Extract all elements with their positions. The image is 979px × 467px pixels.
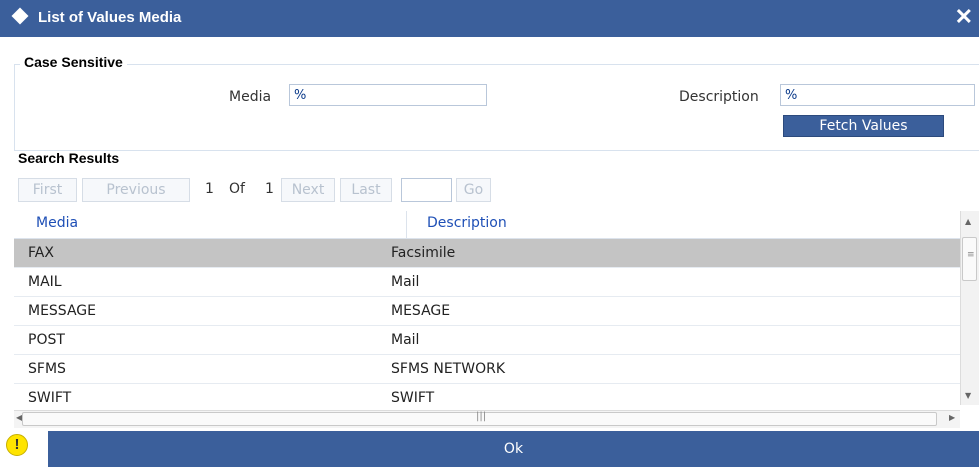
vertical-scrollbar[interactable]: ▲ ≡ ▼ <box>960 211 979 405</box>
previous-page-button[interactable]: Previous <box>82 178 190 202</box>
close-icon[interactable]: ✕ <box>955 4 973 30</box>
search-criteria-panel <box>14 64 979 151</box>
grip-icon: ≡ <box>967 250 975 260</box>
last-page-button[interactable]: Last <box>340 178 392 202</box>
diamond-icon <box>11 7 29 25</box>
next-page-button[interactable]: Next <box>281 178 335 202</box>
first-page-button[interactable]: First <box>18 178 77 202</box>
vertical-scroll-thumb[interactable]: ≡ <box>962 237 977 281</box>
horizontal-scrollbar[interactable]: ◀ ||| ▶ <box>14 410 960 428</box>
media-label: Media <box>229 89 272 105</box>
table-row[interactable]: MAIL Mail <box>14 268 960 297</box>
media-cell: POST <box>28 332 65 348</box>
media-cell: MESSAGE <box>28 303 96 319</box>
description-input[interactable] <box>780 84 975 106</box>
column-header-media[interactable]: Media <box>36 215 78 231</box>
column-divider <box>406 211 407 238</box>
media-cell: SWIFT <box>28 390 72 406</box>
total-pages: 1 <box>265 181 274 197</box>
table-row[interactable]: SFMS SFMS NETWORK <box>14 355 960 384</box>
title-bar: List of Values Media ✕ <box>0 0 979 37</box>
scroll-down-icon[interactable]: ▼ <box>965 391 971 400</box>
table-row[interactable]: MESSAGE MESAGE <box>14 297 960 326</box>
page-number-input[interactable] <box>401 178 452 202</box>
table-row[interactable]: SWIFT SWIFT <box>14 384 960 411</box>
media-cell: FAX <box>28 245 54 261</box>
column-header-description[interactable]: Description <box>427 215 507 231</box>
table-row[interactable]: POST Mail <box>14 326 960 355</box>
fetch-values-button[interactable]: Fetch Values <box>783 115 944 137</box>
description-cell: Facsimile <box>391 245 456 261</box>
grip-icon: ||| <box>476 411 487 422</box>
warning-icon[interactable]: ! <box>6 434 28 456</box>
description-cell: MESAGE <box>391 303 451 319</box>
scroll-up-icon[interactable]: ▲ <box>965 217 971 226</box>
results-table-header: Media Description <box>14 211 960 239</box>
description-cell: SWIFT <box>391 390 435 406</box>
media-cell: SFMS <box>28 361 66 377</box>
media-cell: MAIL <box>28 274 62 290</box>
description-cell: Mail <box>391 274 420 290</box>
media-input[interactable] <box>289 84 487 106</box>
description-cell: SFMS NETWORK <box>391 361 505 377</box>
description-cell: Mail <box>391 332 420 348</box>
results-table-body: FAX Facsimile MAIL Mail MESSAGE MESAGE P… <box>0 239 960 411</box>
go-button[interactable]: Go <box>456 178 491 202</box>
of-label: Of <box>229 181 245 197</box>
ok-button[interactable]: Ok <box>48 431 979 467</box>
horizontal-scroll-thumb[interactable]: ||| <box>22 411 937 426</box>
scroll-right-icon[interactable]: ▶ <box>949 413 955 422</box>
description-label: Description <box>679 89 759 105</box>
case-sensitive-legend: Case Sensitive <box>20 54 127 70</box>
search-results-heading: Search Results <box>18 150 120 166</box>
table-row[interactable]: FAX Facsimile <box>14 239 960 268</box>
window-title: List of Values Media <box>38 9 182 26</box>
current-page: 1 <box>205 181 214 197</box>
